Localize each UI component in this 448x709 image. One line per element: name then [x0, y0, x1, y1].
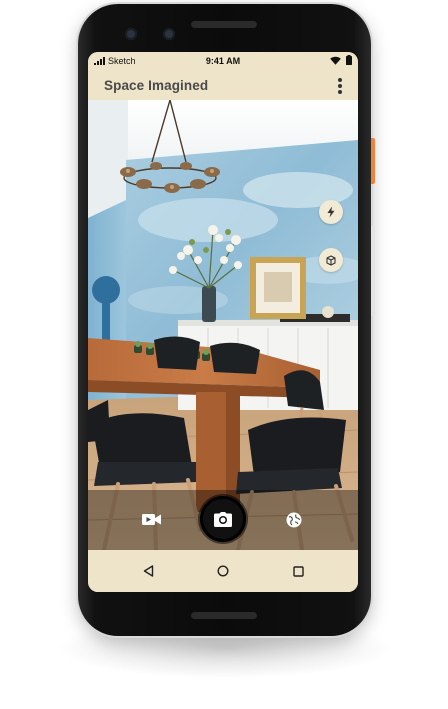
power-button	[371, 138, 375, 184]
battery-icon	[346, 55, 352, 65]
status-time: 9:41 AM	[205, 56, 241, 66]
front-camera-icon	[125, 28, 137, 40]
overflow-menu-icon[interactable]	[332, 76, 348, 96]
shutter-button[interactable]	[200, 496, 246, 542]
panorama-mode-button[interactable]	[283, 509, 305, 531]
earpiece-speaker	[191, 21, 257, 28]
front-sensor-icon	[163, 28, 175, 40]
recents-button[interactable]	[288, 561, 308, 581]
status-icons	[330, 55, 352, 65]
phone-screen: Sketch 9:41 AM Space Imagined	[88, 52, 358, 592]
app-title: Space Imagined	[104, 78, 209, 93]
recents-square-icon	[292, 565, 304, 577]
flash-icon	[327, 206, 335, 218]
bottom-speaker	[191, 612, 257, 619]
video-mode-button[interactable]	[140, 510, 164, 528]
back-triangle-icon	[143, 565, 153, 577]
app-bar: Space Imagined	[88, 70, 358, 100]
volume-button	[371, 226, 375, 316]
back-button[interactable]	[138, 561, 158, 581]
cube-icon	[326, 255, 336, 266]
wifi-icon	[330, 56, 341, 65]
dining-room-scene	[88, 100, 358, 550]
system-navigation-bar	[88, 550, 358, 592]
ar-objects-button[interactable]	[319, 248, 343, 272]
camera-controls	[88, 490, 358, 550]
video-camera-icon	[142, 513, 161, 525]
flash-button[interactable]	[319, 200, 343, 224]
status-bar: Sketch 9:41 AM	[88, 52, 358, 70]
home-button[interactable]	[213, 561, 233, 581]
camera-icon	[214, 511, 232, 527]
camera-viewfinder[interactable]	[88, 100, 358, 550]
globe-icon	[286, 512, 302, 528]
home-circle-icon	[217, 565, 229, 577]
